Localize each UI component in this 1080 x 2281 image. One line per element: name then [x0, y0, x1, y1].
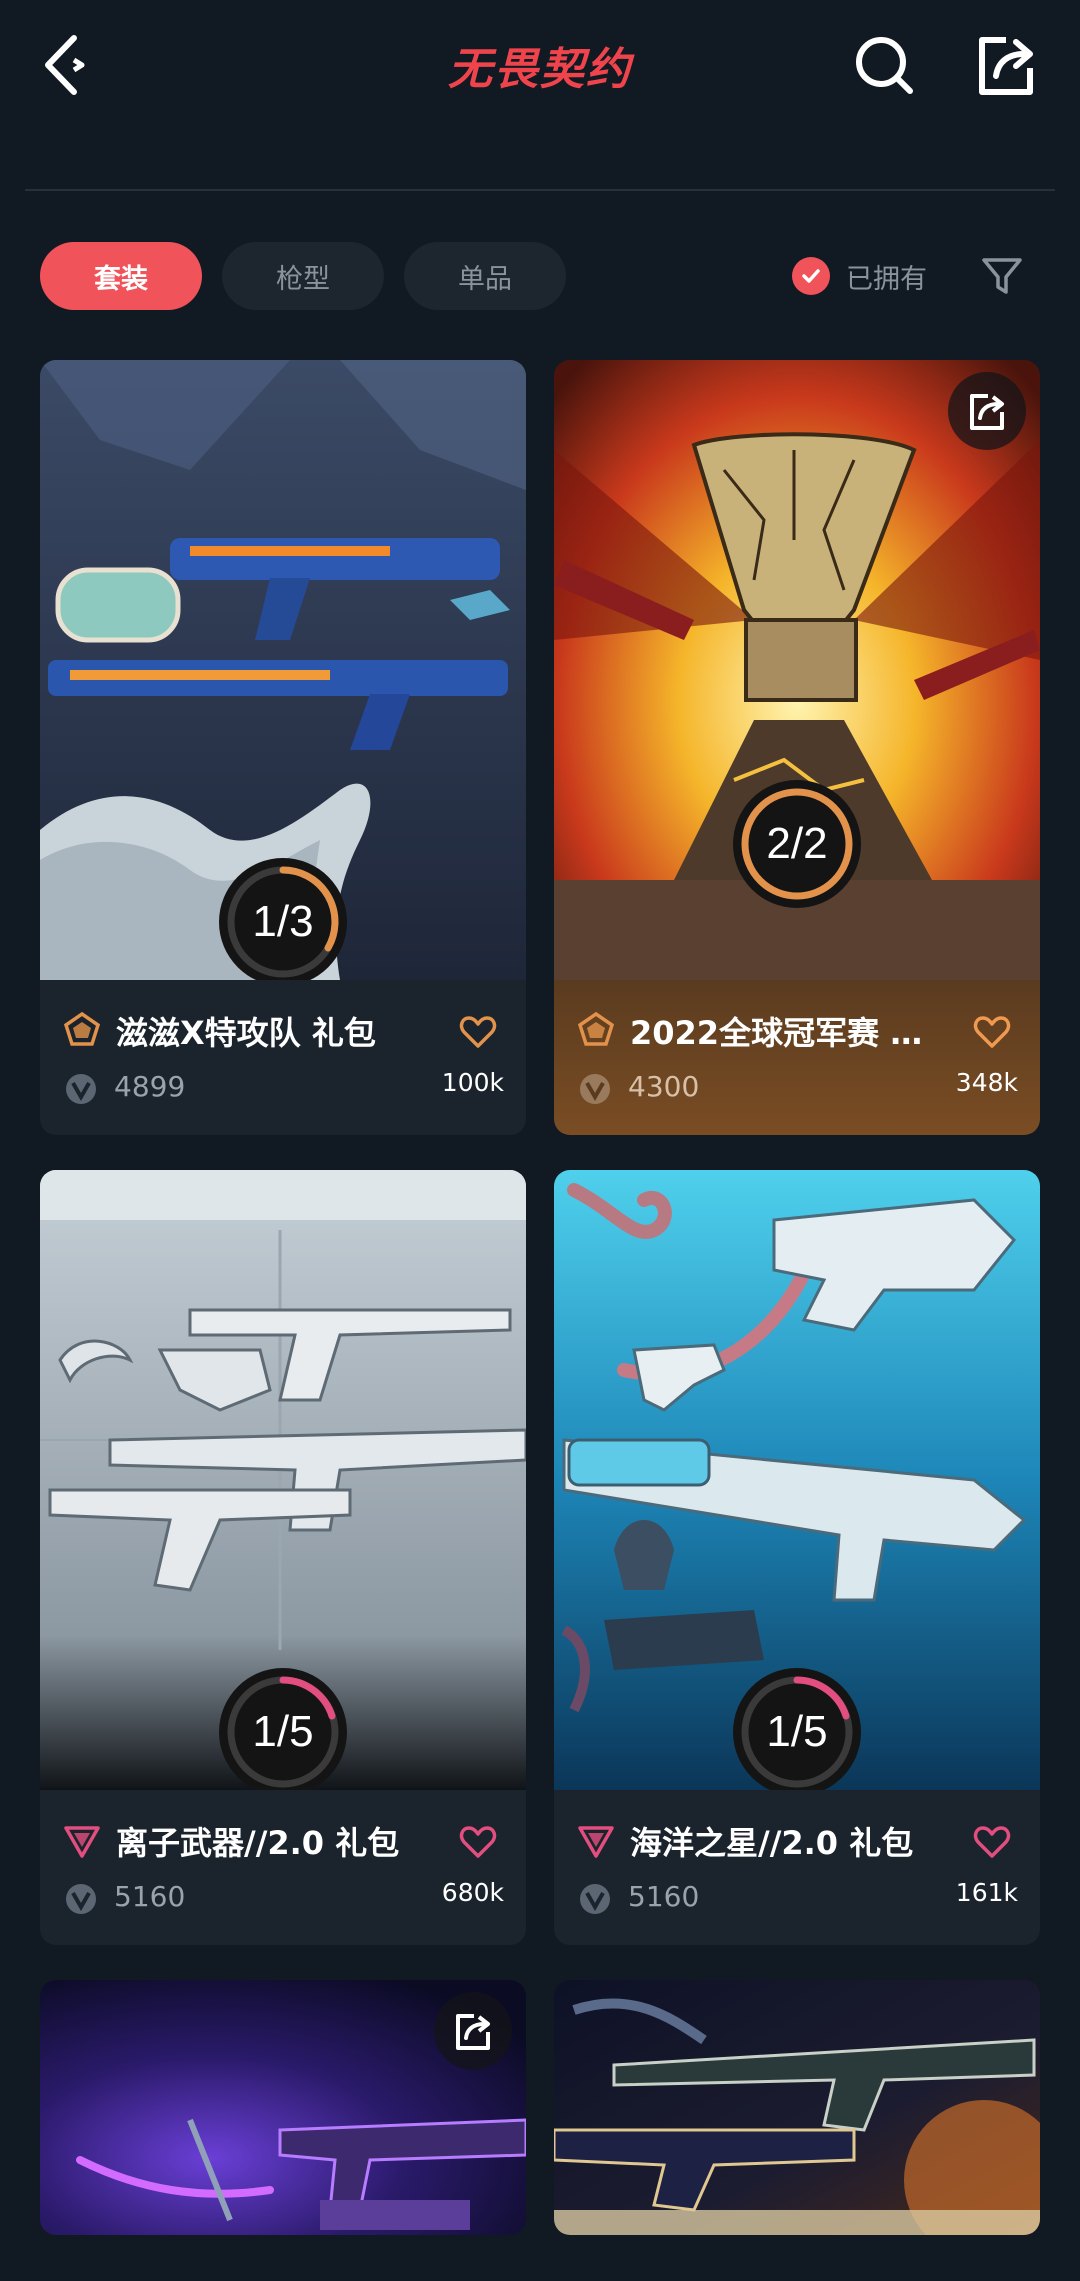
card-share-button[interactable] [948, 372, 1026, 450]
owned-label: 已拥有 [846, 263, 927, 295]
app-logo: 无畏契约 [448, 44, 632, 95]
bundle-info: 海洋之星//2.0 礼包 5160 161k [554, 1790, 1040, 1945]
bundle-artwork: 1/5 [40, 1170, 526, 1790]
pink-tier-icon [64, 1826, 100, 1858]
share-icon [456, 2014, 490, 2050]
bundle-card[interactable]: 1/5 海洋之星//2.0 礼包 5160 161k [554, 1170, 1040, 1945]
bundle-card[interactable] [554, 1980, 1040, 2235]
like-count: 161k [955, 1878, 1018, 1907]
bundle-artwork: 1/3 [40, 360, 526, 980]
bundle-title: 2022全球冠军赛 礼... [630, 1014, 950, 1052]
like-count: 100k [441, 1068, 504, 1097]
heart-icon[interactable] [458, 1822, 498, 1862]
vp-currency-icon [580, 1074, 610, 1104]
tab-bundles[interactable]: 套装 [40, 242, 202, 310]
heart-icon[interactable] [972, 1822, 1012, 1862]
search-icon [856, 37, 913, 94]
gold-tier-icon [63, 1011, 101, 1046]
bundle-card[interactable]: 1/5 离子武器//2.0 礼包 5160 680k [40, 1170, 526, 1945]
heart-icon[interactable] [458, 1012, 498, 1052]
bundle-price: 5160 [628, 1880, 700, 1913]
header-divider [25, 189, 1055, 191]
tab-single-items[interactable]: 单品 [404, 242, 566, 310]
tab-weapon-type[interactable]: 枪型 [222, 242, 384, 310]
bundle-info: 滋滋X特攻队 礼包 4899 100k [40, 980, 526, 1135]
gold-tier-icon [577, 1011, 615, 1046]
bundle-artwork [40, 1980, 526, 2235]
app-header: 无畏契约 [0, 0, 1080, 191]
like-count: 348k [955, 1068, 1018, 1097]
bundle-title: 滋滋X特攻队 礼包 [116, 1014, 376, 1052]
filter-button[interactable] [980, 254, 1024, 298]
back-arrow-icon [45, 35, 85, 95]
bundle-info: 2022全球冠军赛 礼... 4300 348k [554, 980, 1040, 1135]
progress-count: 2/2 [766, 819, 828, 868]
bundle-price: 4300 [628, 1070, 700, 1103]
bundle-artwork: 2/2 [554, 360, 1040, 980]
share-button[interactable] [970, 30, 1040, 100]
heart-icon[interactable] [972, 1012, 1012, 1052]
back-button[interactable] [38, 30, 98, 100]
bundle-title: 海洋之星//2.0 礼包 [630, 1824, 914, 1862]
filter-icon [982, 258, 1022, 294]
bundle-artwork: 1/5 [554, 1170, 1040, 1790]
bundle-card[interactable]: 2/2 2022全球冠军赛 礼... 4300 348k [554, 360, 1040, 1135]
bundle-price: 4899 [114, 1070, 186, 1103]
check-icon [792, 257, 830, 295]
progress-count: 1/5 [766, 1707, 828, 1756]
share-icon [979, 37, 1033, 95]
like-count: 680k [441, 1878, 504, 1907]
vp-currency-icon [580, 1884, 610, 1914]
pink-tier-icon [578, 1826, 614, 1858]
category-tabs: 套装 枪型 单品 [40, 242, 566, 310]
bundle-title: 离子武器//2.0 礼包 [116, 1824, 400, 1862]
vp-currency-icon [66, 1074, 96, 1104]
share-icon [970, 394, 1004, 430]
bundle-info: 离子武器//2.0 礼包 5160 680k [40, 1790, 526, 1945]
bundle-card[interactable]: 1/3 滋滋X特攻队 礼包 4899 100k [40, 360, 526, 1135]
card-share-button[interactable] [434, 1992, 512, 2070]
owned-toggle[interactable]: 已拥有 [792, 256, 927, 296]
vp-currency-icon [66, 1884, 96, 1914]
bundle-card[interactable] [40, 1980, 526, 2235]
bundle-artwork [554, 1980, 1040, 2235]
progress-count: 1/3 [252, 897, 314, 946]
bundle-price: 5160 [114, 1880, 186, 1913]
search-button[interactable] [850, 30, 920, 100]
progress-count: 1/5 [252, 1707, 314, 1756]
